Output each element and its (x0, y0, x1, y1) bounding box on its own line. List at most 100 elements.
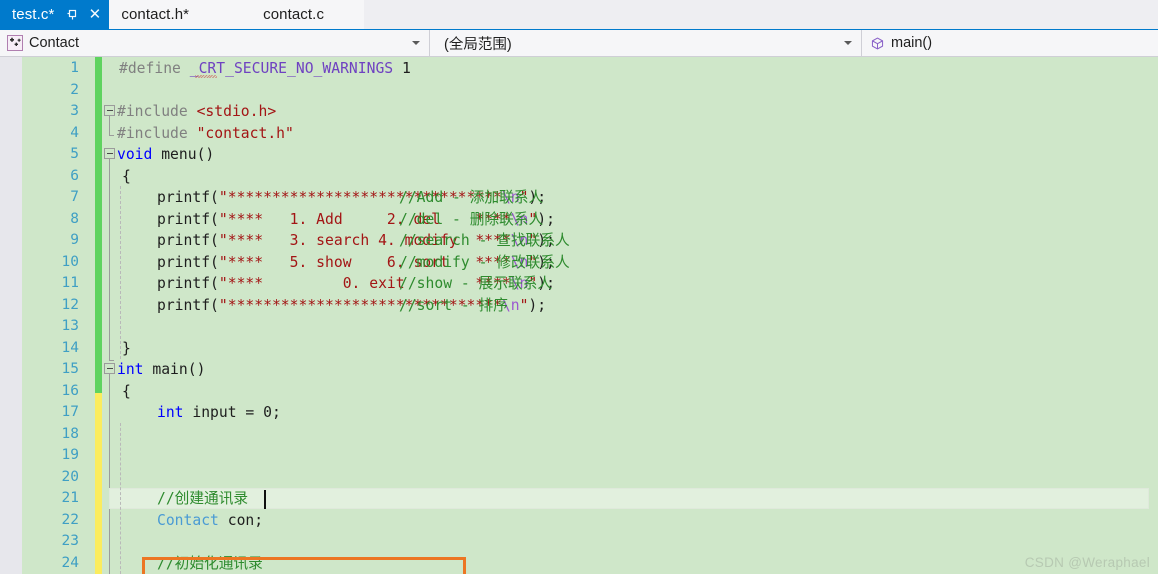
navbar-scope-dropdown[interactable]: (全局范围) (430, 30, 862, 56)
line-number: 9 (70, 232, 79, 248)
call-close: ); (528, 296, 547, 314)
pin-icon[interactable] (64, 6, 81, 23)
printf-call: printf( (157, 210, 219, 228)
printf-call: printf( (157, 189, 219, 206)
comment: //Add - 添加联系人 (399, 189, 544, 206)
method-cube-icon (868, 34, 886, 52)
code-line-12-comment: //sort - 排序 (399, 295, 508, 317)
printf-call: printf( (157, 275, 219, 292)
change-bar-saved (95, 57, 102, 393)
line-number-gutter: 1 2 3 4 5 6 7 8 9 10 11 12 13 14 15 16 1… (22, 57, 85, 574)
tab-label: contact.c (263, 6, 325, 23)
fold-guide (109, 374, 110, 574)
line-number: 20 (61, 468, 79, 485)
fold-toggle-menu[interactable] (104, 148, 115, 159)
line-number: 7 (70, 189, 79, 205)
code-text-area[interactable]: #define _CRT_SECURE_NO_WARNINGS 1 #inclu… (109, 57, 1158, 574)
line-number: 3 (70, 103, 79, 119)
code-line-8-comment: //del - 删除联系人 (399, 209, 543, 231)
preprocessor-keyword: #include (117, 124, 188, 142)
brace: { (122, 382, 131, 400)
fold-guide-end (109, 360, 114, 361)
code-line-5: void menu() (117, 144, 214, 166)
variable-declaration: con; (218, 511, 264, 529)
type-name-contact: Contact (157, 511, 219, 529)
macro-name: _CRT_SECURE_NO_WARNINGS (189, 60, 394, 77)
fold-guide (109, 116, 110, 135)
code-line-11-comment: //show - 展示联系人 (399, 273, 552, 295)
line-number: 16 (61, 382, 79, 399)
code-line-20: Contact con; (157, 510, 263, 532)
navbar-project-dropdown[interactable]: Contact (0, 30, 430, 56)
line-number: 15 (61, 361, 79, 377)
variable-declaration: input = 0; (183, 404, 281, 421)
code-line-22: //初始化通讯录 (157, 553, 263, 574)
fold-guide-end (109, 135, 114, 136)
function-name-main: main() (143, 361, 206, 378)
code-line-3: #include <stdio.h> (117, 101, 276, 123)
editor-indicator-margin (0, 57, 22, 574)
comment: //search - 查找联系人 (399, 232, 570, 249)
error-squiggle (195, 75, 217, 78)
code-editor[interactable]: 1 2 3 4 5 6 7 8 9 10 11 12 13 14 15 16 1… (0, 57, 1158, 574)
code-line-15: int main() (117, 359, 205, 381)
indent-guide (120, 186, 121, 359)
line-number: 13 (61, 318, 79, 334)
navbar-scope-label: (全局范围) (444, 36, 512, 53)
text-caret (264, 490, 266, 509)
line-number: 1 (70, 60, 79, 76)
change-bar-unsaved (95, 393, 102, 574)
code-line-7-comment: //Add - 添加联系人 (399, 187, 543, 209)
tab-label: contact.h* (121, 6, 190, 23)
tab-actions: ✕ (64, 6, 103, 23)
line-number: 4 (70, 124, 79, 141)
keyword-void: void (117, 146, 153, 163)
tab-contact-c[interactable]: contact.c (201, 0, 365, 29)
visual-studio-window: test.c* ✕ contact.h* contact.c Contact (… (0, 0, 1158, 574)
include-header: "contact.h" (196, 124, 294, 142)
code-line-1: #define _CRT_SECURE_NO_WARNINGS 1 (119, 58, 411, 80)
code-line-9-comment: //search - 查找联系人 (399, 230, 570, 252)
code-line-17: int input = 0; (157, 402, 281, 424)
line-number: 21 (61, 490, 79, 506)
code-line-14: } (122, 338, 131, 360)
line-number: 24 (61, 554, 79, 571)
keyword-int: int (117, 361, 144, 378)
printf-call: printf( (157, 253, 219, 271)
indent-guide (120, 423, 121, 574)
fold-toggle-main[interactable] (104, 363, 115, 374)
fold-toggle-includes[interactable] (104, 105, 115, 116)
tab-strip-filler (364, 0, 1158, 29)
comment: //初始化通讯录 (157, 554, 263, 572)
line-number: 10 (61, 253, 79, 270)
line-number: 23 (61, 533, 79, 549)
struct-icon (6, 34, 24, 52)
code-line-16: { (122, 381, 131, 403)
line-number: 14 (61, 339, 79, 356)
comment: //modify - 修改联系人 (399, 253, 570, 271)
navigation-bar: Contact (全局范围) main() (0, 29, 1158, 57)
editor-tab-strip: test.c* ✕ contact.h* contact.c (0, 0, 1158, 29)
close-icon[interactable]: ✕ (86, 6, 103, 23)
comment: //del - 删除联系人 (399, 210, 544, 228)
navbar-project-label: Contact (29, 35, 79, 51)
line-number: 8 (70, 210, 79, 227)
include-header: <stdio.h> (196, 103, 277, 120)
navbar-member-dropdown[interactable]: main() (862, 30, 1158, 56)
line-number: 12 (61, 296, 79, 313)
tab-contact-h[interactable]: contact.h* (109, 0, 202, 29)
tab-test-c[interactable]: test.c* ✕ (0, 0, 110, 29)
chevron-down-icon[interactable] (844, 41, 852, 45)
line-number: 17 (61, 404, 79, 420)
line-number: 18 (61, 425, 79, 442)
watermark: CSDN @Weraphael (1024, 555, 1150, 570)
printf-call: printf( (157, 296, 219, 314)
line-number: 2 (70, 81, 79, 98)
chevron-down-icon[interactable] (412, 41, 420, 45)
line-number: 22 (61, 511, 79, 528)
printf-call: printf( (157, 232, 219, 249)
function-name-menu: menu() (152, 146, 215, 163)
line-number: 11 (61, 275, 79, 291)
comment: //show - 展示联系人 (399, 275, 553, 292)
line-number: 19 (61, 447, 79, 463)
